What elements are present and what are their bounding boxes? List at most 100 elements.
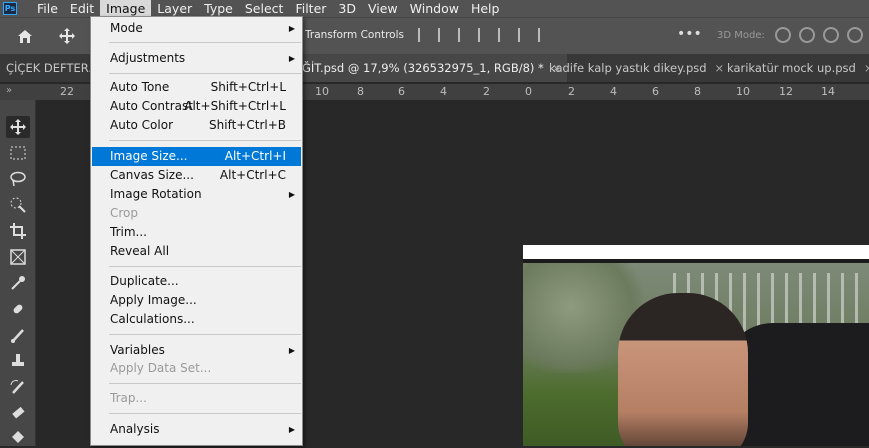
menu-item-image-size[interactable]: Image Size... Alt+Ctrl+I xyxy=(92,147,301,166)
menu-separator xyxy=(109,73,301,74)
menu-item-label: Auto Contrast xyxy=(110,99,193,113)
menu-item-trim[interactable]: Trim... xyxy=(92,223,301,242)
menu-item-label: Analysis xyxy=(110,422,160,436)
move-tool-icon[interactable] xyxy=(59,28,75,44)
menu-item-duplicate[interactable]: Duplicate... xyxy=(92,272,301,291)
more-options-icon[interactable]: ••• xyxy=(677,26,702,42)
tab-active-document[interactable]: ĞİT.psd @ 17,9% (326532975_1, RGB/8) * × xyxy=(296,54,568,82)
align-bottom-icon[interactable] xyxy=(538,28,552,42)
menu-item-label: Duplicate... xyxy=(110,274,179,288)
lasso-tool-icon[interactable] xyxy=(6,168,30,190)
home-icon[interactable] xyxy=(17,29,33,44)
paint-bucket-tool-icon[interactable] xyxy=(6,426,30,448)
crop-tool-icon[interactable] xyxy=(6,220,30,242)
menu-view[interactable]: View xyxy=(362,0,404,17)
menu-separator xyxy=(109,266,301,267)
brush-tool-icon[interactable] xyxy=(6,324,30,346)
menu-item-analysis[interactable]: Analysis ▶ xyxy=(92,420,301,439)
menu-item-shortcut: Alt+Shift+Ctrl+L xyxy=(184,99,286,113)
menu-item-apply-data-set: Apply Data Set... xyxy=(92,359,301,378)
menu-select[interactable]: Select xyxy=(239,0,290,17)
menu-file[interactable]: File xyxy=(31,0,64,17)
move-tool-icon[interactable] xyxy=(6,116,30,138)
image-menu-dropdown: Mode ▶ Adjustments ▶ Auto Tone Shift+Ctrl+L… xyxy=(90,16,303,446)
align-left-icon[interactable] xyxy=(418,28,432,42)
ruler-tick: 2 xyxy=(483,85,490,98)
menu-item-apply-image[interactable]: Apply Image... xyxy=(92,291,301,310)
eraser-tool-icon[interactable] xyxy=(6,402,30,424)
menu-image[interactable]: Image xyxy=(100,0,152,17)
menu-item-label: Mode xyxy=(110,21,143,35)
menu-item-crop: Crop xyxy=(92,204,301,223)
tools-panel xyxy=(0,100,35,446)
menu-filter[interactable]: Filter xyxy=(289,0,332,17)
menu-3d[interactable]: 3D xyxy=(332,0,362,17)
3d-roll-icon[interactable] xyxy=(799,27,815,43)
menu-item-label: Image Rotation xyxy=(110,187,202,201)
align-right-icon[interactable] xyxy=(458,28,472,42)
menu-item-adjustments[interactable]: Adjustments ▶ xyxy=(92,49,301,68)
menu-separator xyxy=(109,383,301,384)
menu-type[interactable]: Type xyxy=(198,0,239,17)
photo-layer xyxy=(523,259,869,446)
photoshop-logo-icon: Ps xyxy=(3,2,17,15)
menu-item-mode[interactable]: Mode ▶ xyxy=(92,19,301,38)
menu-item-image-rotation[interactable]: Image Rotation ▶ xyxy=(92,185,301,204)
menu-item-auto-contrast[interactable]: Auto Contrast Alt+Shift+Ctrl+L xyxy=(92,97,301,116)
align-center-icon[interactable] xyxy=(438,28,452,42)
menu-layer[interactable]: Layer xyxy=(151,0,198,17)
ruler-tick: 4 xyxy=(440,85,447,98)
menu-item-label: Reveal All xyxy=(110,244,170,258)
frame-tool-icon[interactable] xyxy=(6,246,30,268)
document-canvas-image[interactable] xyxy=(523,245,869,446)
menu-item-label: Apply Image... xyxy=(110,293,197,307)
healing-brush-tool-icon[interactable] xyxy=(6,298,30,320)
menu-item-variables[interactable]: Variables ▶ xyxy=(92,341,301,360)
submenu-arrow-icon: ▶ xyxy=(288,346,295,355)
3d-mode-label: 3D Mode: xyxy=(717,30,765,41)
close-tab-icon[interactable]: × xyxy=(864,61,869,75)
transform-controls-label[interactable]: Transform Controls xyxy=(305,29,404,41)
menu-separator xyxy=(109,334,301,335)
quick-selection-tool-icon[interactable] xyxy=(6,194,30,216)
marquee-tool-icon[interactable] xyxy=(6,142,30,164)
menu-window[interactable]: Window xyxy=(404,0,465,17)
ruler-tick: 6 xyxy=(652,85,659,98)
menu-item-calculations[interactable]: Calculations... xyxy=(92,310,301,329)
ruler-tick: 10 xyxy=(315,85,329,98)
menu-item-auto-color[interactable]: Auto Color Shift+Ctrl+B xyxy=(92,116,301,135)
3d-pan-icon[interactable] xyxy=(823,27,839,43)
menu-bar: Ps File Edit Image Layer Type Select Fil… xyxy=(0,0,869,17)
menu-separator xyxy=(109,413,301,414)
3d-orbit-icon[interactable] xyxy=(775,27,791,43)
tab-label: karikatür mock up.psd xyxy=(727,61,856,75)
ruler-tick: 2 xyxy=(568,85,575,98)
menu-item-auto-tone[interactable]: Auto Tone Shift+Ctrl+L xyxy=(92,78,301,97)
panel-collapse-icon[interactable]: » xyxy=(6,85,12,96)
menu-separator xyxy=(109,140,301,141)
align-middle-icon[interactable] xyxy=(518,28,532,42)
menu-item-shortcut: Shift+Ctrl+B xyxy=(209,118,286,132)
menu-item-label: Variables xyxy=(110,343,165,357)
menu-help[interactable]: Help xyxy=(465,0,506,17)
3d-mode-icons xyxy=(775,27,863,43)
align-top-icon[interactable] xyxy=(498,28,512,42)
menu-item-trap: Trap... xyxy=(92,389,301,408)
ruler-tick: 8 xyxy=(694,85,701,98)
ruler-tick: 12 xyxy=(779,85,793,98)
menu-item-canvas-size[interactable]: Canvas Size... Alt+Ctrl+C xyxy=(92,166,301,185)
menu-item-reveal-all[interactable]: Reveal All xyxy=(92,242,301,261)
3d-slide-icon[interactable] xyxy=(847,27,863,43)
eyedropper-tool-icon[interactable] xyxy=(6,272,30,294)
menu-item-label: Auto Color xyxy=(110,118,174,132)
distribute-icon[interactable] xyxy=(478,28,492,42)
submenu-arrow-icon: ▶ xyxy=(288,425,295,434)
history-brush-tool-icon[interactable] xyxy=(6,376,30,398)
clone-stamp-tool-icon[interactable] xyxy=(6,350,30,372)
tab-kadife-kalp[interactable]: kadife kalp yastık dikey.psd × xyxy=(543,54,730,82)
tab-karikatur-mockup[interactable]: karikatür mock up.psd × xyxy=(721,54,869,82)
ruler-tick: 10 xyxy=(736,85,750,98)
menu-separator xyxy=(109,42,301,43)
menu-edit[interactable]: Edit xyxy=(64,0,100,17)
menu-item-label: Trim... xyxy=(110,225,147,239)
